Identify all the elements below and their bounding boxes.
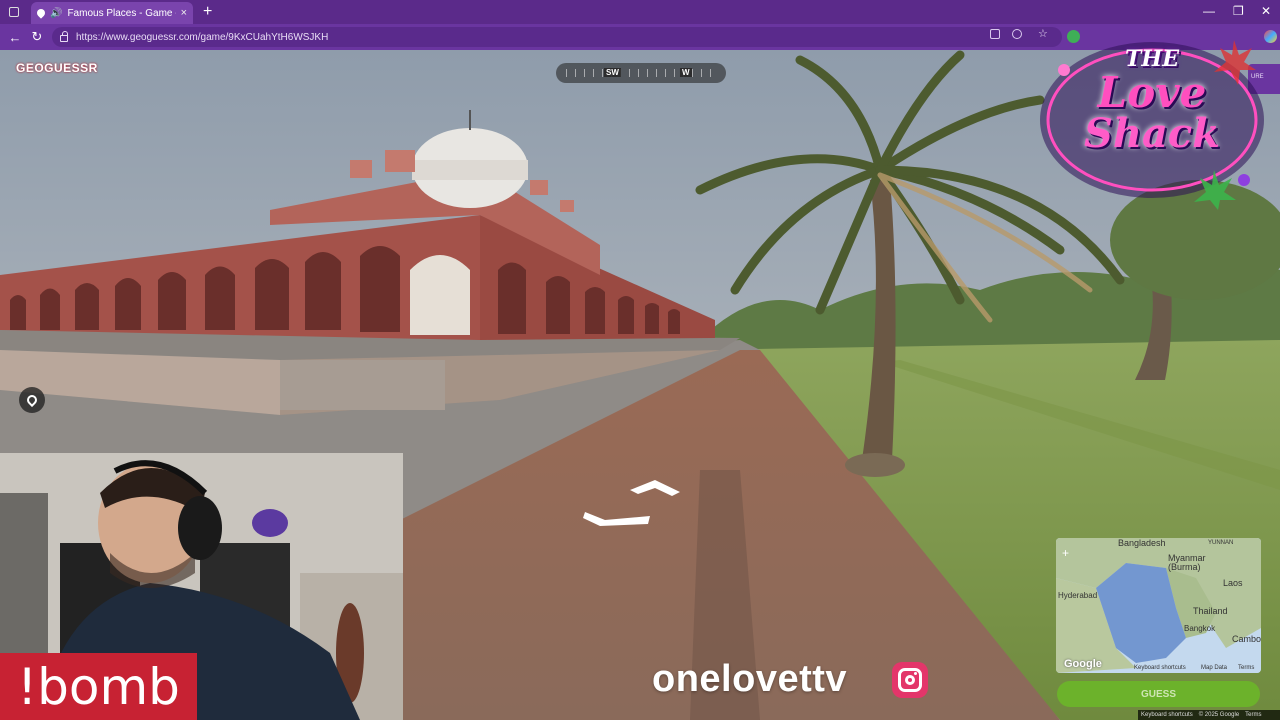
street-view-attribution-bar: Keyboard shortcuts © 2025 Google Terms [1138,710,1280,720]
new-tab-button[interactable]: + [203,4,212,20]
minimap-shortcuts-link[interactable]: Keyboard shortcuts [1134,665,1186,671]
map-label-bangkok: Bangkok [1184,624,1216,633]
brand-line-1: THE [1125,46,1179,72]
geoguessr-favicon-icon [35,7,47,19]
map-label-myanmar: Myanmar (Burma) [1168,553,1206,572]
map-label-cambo: Cambo [1232,634,1261,644]
compass-ticks [566,69,716,77]
google-logo: Google [1064,658,1102,670]
tab-title: Famous Places - Game - Ge [67,7,175,19]
speaker-icon[interactable]: 🔊 [50,8,62,19]
browser-tab-strip: 🔊 Famous Places - Game - Ge × + — ❐ ✕ [0,0,1280,24]
geoguessr-logo: GEOGUESSR [16,61,98,75]
maximize-button[interactable]: ❐ [1233,4,1244,18]
return-to-start-button[interactable] [19,387,45,413]
close-tab-icon[interactable]: × [181,7,187,19]
map-pin-icon [24,392,40,408]
guess-minimap[interactable]: + Bangladesh YUNNAN Myanmar (Burma) Laos… [1056,538,1261,673]
reload-icon[interactable]: ↻ [30,29,44,45]
terms-link[interactable]: Terms [1245,712,1261,718]
close-window-button[interactable]: ✕ [1261,4,1271,18]
lock-icon [60,30,68,42]
brand-line-3: Shack [1084,110,1220,157]
minimize-button[interactable]: — [1203,4,1215,18]
url-field[interactable]: https://www.geoguessr.com/game/9KxCUahYt… [52,27,1062,47]
copyright-text: © 2025 Google [1198,712,1240,718]
minimap-terms-link[interactable]: Terms [1238,665,1254,671]
extensions-icon[interactable] [1012,29,1022,39]
tab-actions-icon[interactable] [9,7,19,17]
minimap-zoom-in-icon[interactable]: + [1062,546,1069,560]
url-text: https://www.geoguessr.com/game/9KxCUahYt… [76,31,329,43]
instagram-icon [892,662,928,698]
map-label-bangladesh: Bangladesh [1118,538,1166,548]
map-label-thailand: Thailand [1193,606,1228,616]
streamer-handle: onelovettv [652,658,848,700]
map-label-hyderabad: Hyderabad [1058,591,1098,600]
compass-label-w: W [680,68,692,77]
compass-label-sw: SW [604,68,621,77]
compass-strip: SW W [556,63,726,83]
love-shack-logo: THE Love Shack [1034,48,1270,154]
back-arrow-icon[interactable]: ← [8,30,22,45]
guess-button[interactable]: GUESS [1057,681,1260,707]
browser-tab-active[interactable]: 🔊 Famous Places - Game - Ge × [31,2,193,24]
minimap-mapdata-link[interactable]: Map Data [1201,665,1227,671]
map-label-laos: Laos [1223,578,1243,588]
keyboard-shortcuts-link[interactable]: Keyboard shortcuts [1141,712,1193,718]
brand-line-2: Love [1097,68,1207,117]
chat-command-label: !bomb [0,653,197,720]
map-label-yunnan: YUNNAN [1208,540,1234,546]
install-app-icon[interactable] [990,29,1000,39]
minimap-terrain [1056,538,1261,673]
